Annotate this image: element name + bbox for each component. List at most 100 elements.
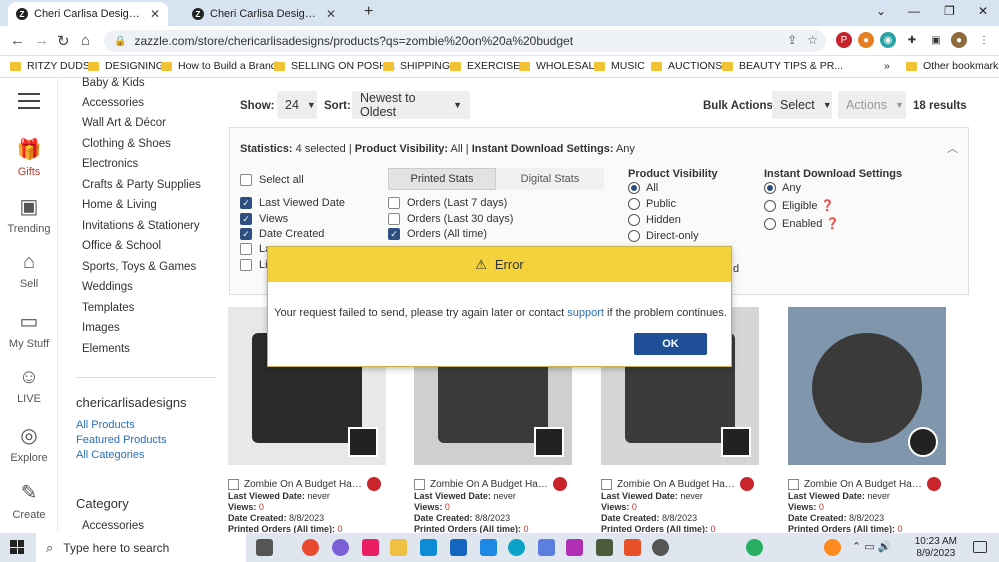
address-bar[interactable]: 🔒 zazzle.com/store/chericarlisadesigns/p… [104, 30, 826, 52]
nav-explore[interactable]: ◎ Explore [0, 423, 58, 464]
app-icon[interactable] [596, 539, 613, 556]
product-checkbox[interactable] [414, 478, 425, 490]
ok-button[interactable]: OK [634, 333, 707, 355]
close-window-icon[interactable]: ✕ [978, 4, 988, 18]
category-link[interactable]: Templates [82, 302, 134, 314]
visibility-radio-hidden[interactable]: Hidden [628, 214, 681, 226]
category-link[interactable]: Sports, Toys & Games [82, 261, 196, 273]
store-link-featured-products[interactable]: Featured Products [76, 434, 167, 446]
category-link[interactable]: Images [82, 322, 120, 334]
category-link[interactable]: Accessories [82, 520, 144, 532]
app-icon[interactable] [332, 539, 349, 556]
bookmark-folder[interactable]: AUCTIONS [651, 60, 722, 72]
close-tab-icon[interactable]: ✕ [150, 7, 160, 21]
show-count-select[interactable]: 24 ▼ [277, 91, 317, 119]
nav-my-stuff[interactable]: ▭ My Stuff [0, 309, 58, 350]
new-tab-button[interactable]: + [364, 3, 373, 21]
support-link[interactable]: support [567, 307, 604, 319]
bookmark-folder[interactable]: SELLING ON POSH... [274, 60, 395, 72]
product-title[interactable]: Zombie On A Budget Hallowee... [617, 479, 737, 490]
extensions-puzzle-icon[interactable]: ✚ [904, 32, 920, 48]
category-link[interactable]: Weddings [82, 281, 133, 293]
category-link[interactable]: Invitations & Stationery [82, 220, 200, 232]
stat-checkbox-orders-all[interactable]: ✓ Orders (All time) [388, 228, 487, 240]
stat-checkbox-orders-30[interactable]: Orders (Last 30 days) [388, 213, 513, 225]
back-icon[interactable]: ← [10, 32, 25, 49]
sort-select[interactable]: Newest to Oldest ▼ [352, 91, 470, 119]
more-bookmarks-chevron[interactable]: » [884, 60, 890, 72]
music-app-icon[interactable] [362, 539, 379, 556]
stat-checkbox-last-viewed[interactable]: ✓ Last Viewed Date [240, 197, 345, 209]
product-card[interactable]: Zombie On A Budget Hallowee... Last View… [788, 307, 946, 535]
system-tray-icons[interactable]: ⌃ ▭ 🔊 [852, 540, 891, 553]
select-all-checkbox[interactable]: Select all [240, 174, 304, 186]
visibility-radio-all[interactable]: All [628, 182, 658, 194]
settings-gear-icon[interactable] [652, 539, 669, 556]
bookmark-folder[interactable]: How to Build a Brand [161, 60, 277, 72]
category-link[interactable]: Clothing & Shoes [82, 138, 171, 150]
visibility-radio-public[interactable]: Public [628, 198, 676, 210]
product-title[interactable]: Zombie On A Budget Hallowee... [804, 479, 924, 490]
stat-checkbox-orders-7[interactable]: Orders (Last 7 days) [388, 197, 507, 209]
share-and-bookmark-icons[interactable]: ⇪ ☆ [787, 33, 818, 47]
store-link-all-products[interactable]: All Products [76, 419, 135, 431]
category-link[interactable]: Accessories [82, 97, 144, 109]
category-link[interactable]: Home & Living [82, 199, 157, 211]
product-thumbnail[interactable] [788, 307, 946, 465]
download-radio-eligible[interactable]: Eligible ❓ [764, 199, 834, 212]
windows-start-icon[interactable] [10, 540, 24, 554]
collapse-chevron-icon[interactable]: ︿ [947, 140, 958, 156]
file-explorer-icon[interactable] [390, 539, 407, 556]
store-icon[interactable] [480, 539, 497, 556]
profile-avatar[interactable]: ● [951, 32, 967, 48]
product-title[interactable]: Zombie On A Budget Hallowee... [244, 479, 364, 490]
download-radio-enabled[interactable]: Enabled ❓ [764, 217, 839, 230]
taskbar-search[interactable]: ⌕ Type here to search [36, 533, 246, 562]
app-icon[interactable] [746, 539, 763, 556]
app-icon[interactable] [566, 539, 583, 556]
globe-extension-icon[interactable]: ◉ [880, 32, 896, 48]
app-icon[interactable] [538, 539, 555, 556]
nav-trending[interactable]: ▣ Trending [0, 194, 58, 235]
taskbar-clock[interactable]: 10:23 AM 8/9/2023 [915, 536, 957, 560]
browser-tab-1[interactable]: Z Cheri Carlisa Designs: products o ✕ [8, 2, 168, 26]
edge-icon[interactable] [508, 539, 525, 556]
bookmark-folder[interactable]: DESIGNING [88, 60, 164, 72]
tab-search-chevron-icon[interactable]: ⌄ [876, 4, 886, 18]
brave-icon[interactable] [624, 539, 641, 556]
category-link[interactable]: Electronics [82, 158, 138, 170]
help-icon[interactable]: ❓ [821, 199, 835, 212]
stat-checkbox-partial-2[interactable]: Li [240, 259, 268, 271]
stat-checkbox-date-created[interactable]: ✓ Date Created [240, 228, 324, 240]
bookmark-folder[interactable]: WHOLESALE [519, 60, 601, 72]
home-icon[interactable]: ⌂ [81, 32, 90, 49]
notification-icon[interactable] [973, 541, 987, 553]
minimize-icon[interactable]: — [908, 4, 920, 18]
product-checkbox[interactable] [601, 478, 612, 490]
product-checkbox[interactable] [788, 478, 799, 490]
bookmark-folder[interactable]: BEAUTY TIPS & PR... [722, 60, 843, 72]
bookmark-folder[interactable]: EXERCISE [450, 60, 520, 72]
forward-icon[interactable]: → [34, 32, 49, 49]
nav-sell[interactable]: ⌂ Sell [0, 251, 58, 290]
category-link[interactable]: Wall Art & Décor [82, 117, 166, 129]
nav-live[interactable]: ☺ LIVE [0, 366, 58, 405]
menu-kebab-icon[interactable]: ⋮ [976, 32, 992, 48]
task-view-icon[interactable] [256, 539, 273, 556]
download-radio-any[interactable]: Any [764, 182, 801, 194]
category-link[interactable]: Office & School [82, 240, 161, 252]
stat-checkbox-views[interactable]: ✓ Views [240, 213, 288, 225]
store-link-all-categories[interactable]: All Categories [76, 449, 144, 461]
chrome-icon[interactable] [302, 539, 319, 556]
bulk-actions-dropdown[interactable]: Actions ▼ [838, 91, 906, 119]
bookmark-folder[interactable]: RITZY DUDS [10, 60, 90, 72]
app-icon[interactable] [420, 539, 437, 556]
restore-icon[interactable]: ❐ [944, 4, 955, 18]
product-title[interactable]: Zombie On A Budget Hallowee... [430, 479, 550, 490]
weather-icon[interactable] [824, 539, 841, 556]
nav-gifts[interactable]: 🎁 Gifts [0, 137, 58, 178]
product-checkbox[interactable] [228, 478, 239, 490]
side-panel-icon[interactable]: ▣ [928, 32, 944, 48]
category-link[interactable]: Baby & Kids [82, 77, 145, 89]
bookmark-folder[interactable]: MUSIC [594, 60, 645, 72]
